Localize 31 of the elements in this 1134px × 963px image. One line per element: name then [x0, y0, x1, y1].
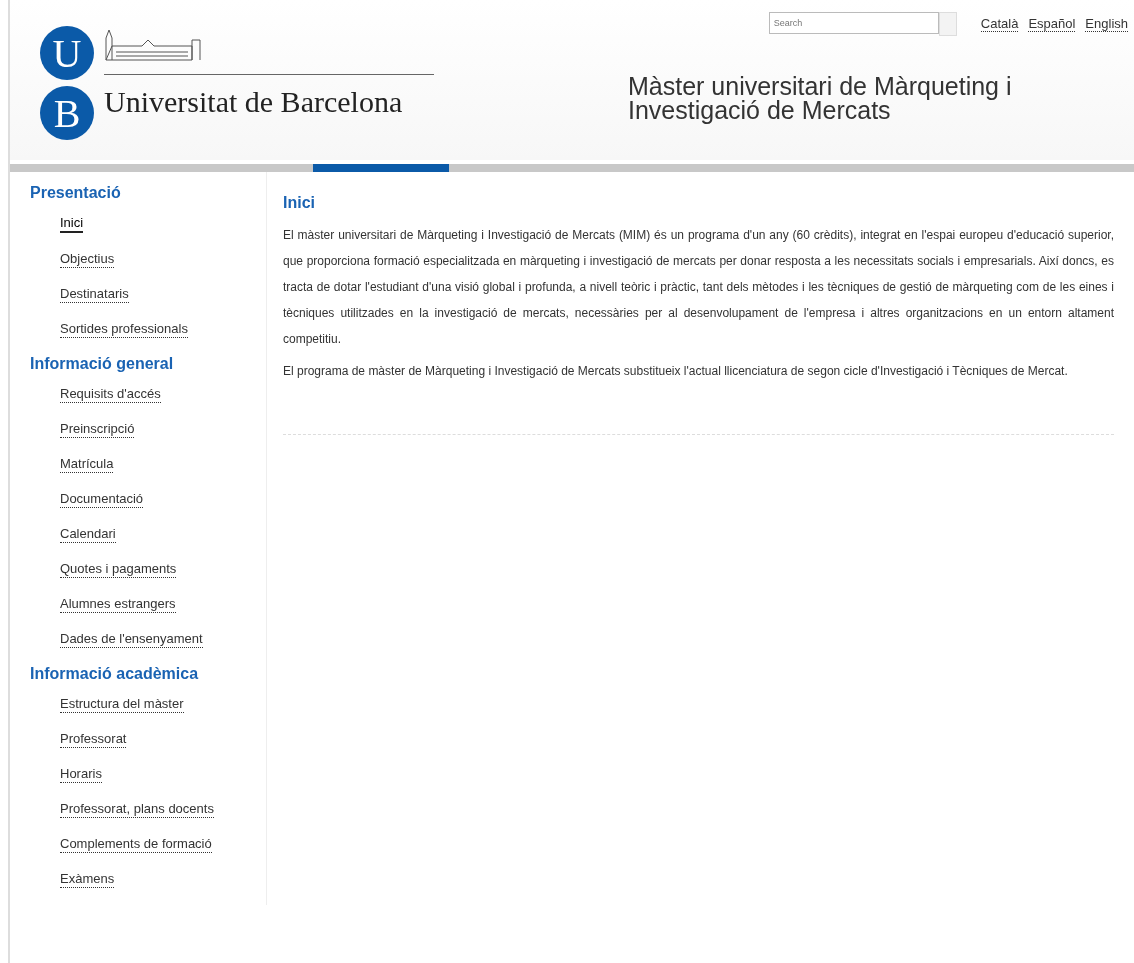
site-title: Màster universitari de Màrqueting i Investigació de Mercats [628, 74, 1013, 122]
sidebar-link[interactable]: Quotes i pagaments [60, 560, 177, 578]
sidebar-link[interactable]: Preinscripció [60, 420, 135, 438]
sidebar-link[interactable]: Inici [60, 214, 84, 233]
sidebar-link[interactable]: Matrícula [60, 455, 114, 473]
sidebar-link[interactable]: Objectius [60, 250, 115, 268]
sidebar-link[interactable]: Alumnes estrangers [60, 595, 176, 613]
sidebar-link[interactable]: Complements de formació [60, 835, 212, 853]
sidebar-heading: Presentació [30, 184, 122, 202]
sidebar-link[interactable]: Documentació [60, 490, 144, 508]
logo-circle: B [40, 86, 94, 140]
language-link[interactable]: Català [980, 16, 1019, 32]
sidebar-link[interactable]: Horaris [60, 765, 102, 783]
page-heading: Inici [283, 194, 316, 212]
sidebar-link[interactable]: Calendari [60, 525, 116, 543]
sidebar-link[interactable]: Destinataris [60, 285, 129, 303]
sidebar-link[interactable]: Professorat, plans docents [60, 800, 214, 818]
sidebar-heading: Informació acadèmica [30, 665, 200, 683]
logo-circle: U [40, 26, 94, 80]
sidebar-heading: Informació general [30, 355, 175, 373]
university-name: Universitat de Barcelona [104, 85, 404, 119]
paragraph: El programa de màster de Màrqueting i Investigació de Mercats substitueix l'actual llicenciatura de segon cicle d'Investigació i Tècniques de Mercat. [283, 363, 1069, 380]
sidebar-link[interactable]: Exàmens [60, 870, 115, 888]
sidebar-link[interactable]: Dades de l'ensenyament [60, 630, 203, 648]
sidebar-link[interactable]: Requisits d'accés [60, 385, 161, 403]
paragraph: El màster universitari de Màrqueting i Investigació de Mercats (MIM) és un programa d'un any (60 crèdits), integrat en l'espai europeu d'educació superior, que proporciona formació especialitzada en màrqueting i investigació de mercats per donar resposta a les necessitats socials i empresarials. Així doncs, es tracta de dotar l'estudiant d'una visió global i profunda, a nivell teòric i pràctic, tant dels mètodes i les tècniques de gestió de màrqueting com de les eines i tècniques utilitzades en la investigació de mercats, necessàries per al desenvolupament de l'empresa i altres organitzacions en un entorn altament competitiu. [283, 227, 1114, 348]
sidebar-link[interactable]: Sortides professionals [60, 320, 188, 338]
sidebar-link[interactable]: Professorat [60, 730, 127, 748]
language-link[interactable]: English [1085, 16, 1128, 32]
sidebar-link[interactable]: Estructura del màster [60, 695, 184, 713]
language-link[interactable]: Español [1028, 16, 1076, 32]
